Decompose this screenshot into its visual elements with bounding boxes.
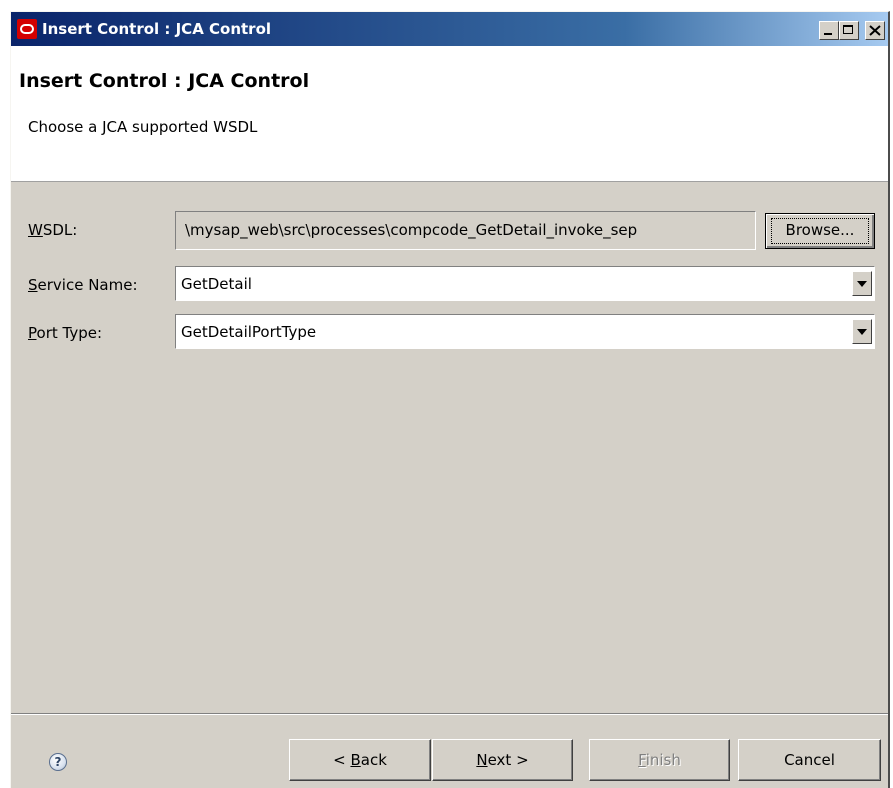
service-name-label-mnemonic: S bbox=[28, 276, 38, 294]
wsdl-label-mnemonic: W bbox=[28, 221, 43, 239]
port-type-label-mnemonic: P bbox=[28, 324, 37, 342]
browse-button[interactable]: Browse... bbox=[765, 213, 875, 249]
close-icon bbox=[869, 25, 881, 36]
finish-button[interactable]: Finish bbox=[589, 739, 730, 781]
finish-button-label: inish bbox=[645, 751, 681, 769]
oracle-logo-icon bbox=[17, 19, 37, 39]
back-button-prefix: < bbox=[333, 751, 351, 769]
page-description: Choose a JCA supported WSDL bbox=[28, 118, 258, 136]
chevron-down-icon[interactable] bbox=[852, 271, 872, 296]
chevron-down-icon[interactable] bbox=[852, 319, 872, 344]
wsdl-field[interactable]: \mysap_web\src\processes\compcode_GetDet… bbox=[175, 211, 756, 250]
service-name-label-text: ervice Name: bbox=[37, 276, 138, 294]
window-title: Insert Control : JCA Control bbox=[42, 20, 272, 38]
maximize-button[interactable] bbox=[839, 21, 859, 40]
help-icon[interactable]: ? bbox=[49, 753, 67, 771]
focus-indicator bbox=[771, 218, 869, 244]
next-button-mnemonic: N bbox=[476, 751, 488, 769]
wsdl-label-text: SDL: bbox=[42, 221, 78, 239]
footer-separator bbox=[11, 713, 888, 715]
port-type-select[interactable]: GetDetailPortType bbox=[175, 314, 875, 349]
finish-button-mnemonic: F bbox=[638, 751, 646, 769]
next-button-label: ext > bbox=[487, 751, 529, 769]
service-name-select[interactable]: GetDetail bbox=[175, 266, 875, 301]
close-button[interactable] bbox=[865, 21, 885, 40]
title-bar[interactable]: Insert Control : JCA Control bbox=[11, 12, 888, 46]
port-type-label-text: ort Type: bbox=[36, 324, 103, 342]
service-name-value: GetDetail bbox=[181, 275, 252, 293]
wsdl-label: WSDL: bbox=[28, 221, 77, 239]
port-type-value: GetDetailPortType bbox=[181, 323, 317, 341]
wizard-header: Insert Control : JCA Control Choose a JC… bbox=[11, 46, 888, 182]
cancel-button[interactable]: Cancel bbox=[738, 739, 881, 781]
back-button-label: ack bbox=[360, 751, 387, 769]
next-button[interactable]: Next > bbox=[432, 739, 573, 781]
insert-control-dialog: Insert Control : JCA Control Insert Cont… bbox=[10, 11, 890, 788]
page-title: Insert Control : JCA Control bbox=[19, 70, 310, 92]
minimize-button[interactable] bbox=[819, 21, 839, 40]
back-button-mnemonic: B bbox=[350, 751, 361, 769]
port-type-label: Port Type: bbox=[28, 324, 102, 342]
service-name-label: Service Name: bbox=[28, 276, 138, 294]
back-button[interactable]: < Back bbox=[289, 739, 431, 781]
